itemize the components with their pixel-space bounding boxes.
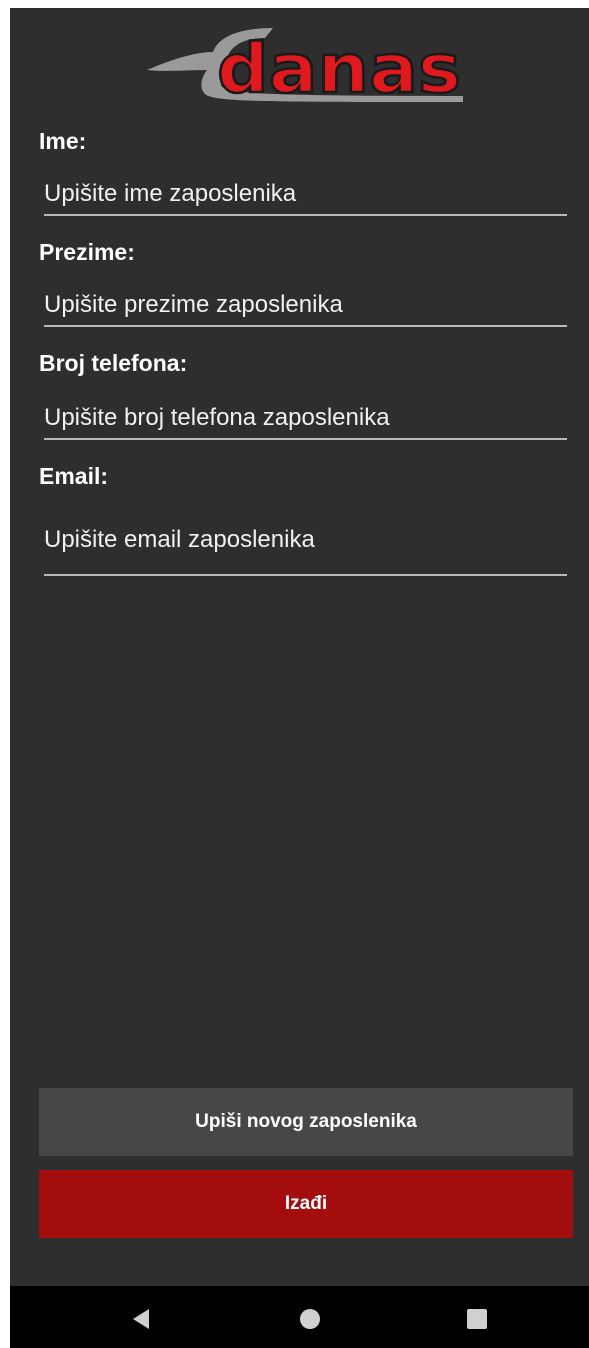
add-employee-button[interactable]: Upiši novog zaposlenika xyxy=(39,1088,573,1156)
nav-back-button[interactable] xyxy=(119,1299,163,1339)
email-input[interactable] xyxy=(44,526,567,576)
first-name-label: Ime: xyxy=(39,128,87,154)
exit-button[interactable]: Izađi xyxy=(39,1170,573,1238)
last-name-input[interactable] xyxy=(44,291,567,327)
home-circle-icon xyxy=(300,1309,320,1329)
system-navigation-bar xyxy=(10,1286,589,1348)
danas-logo: danas xyxy=(147,28,463,104)
app-screen: danas Ime: Prezime: Broj telefona: Email… xyxy=(10,8,589,1348)
logo-text: danas xyxy=(217,30,461,104)
back-triangle-icon xyxy=(133,1309,149,1329)
phone-input[interactable] xyxy=(44,404,567,440)
nav-home-button[interactable] xyxy=(288,1299,332,1339)
email-label: Email: xyxy=(39,463,109,489)
nav-recent-apps-button[interactable] xyxy=(455,1299,499,1339)
recent-apps-square-icon xyxy=(467,1309,487,1329)
last-name-label: Prezime: xyxy=(39,239,135,265)
first-name-input[interactable] xyxy=(44,180,567,216)
phone-label: Broj telefona: xyxy=(39,350,188,376)
